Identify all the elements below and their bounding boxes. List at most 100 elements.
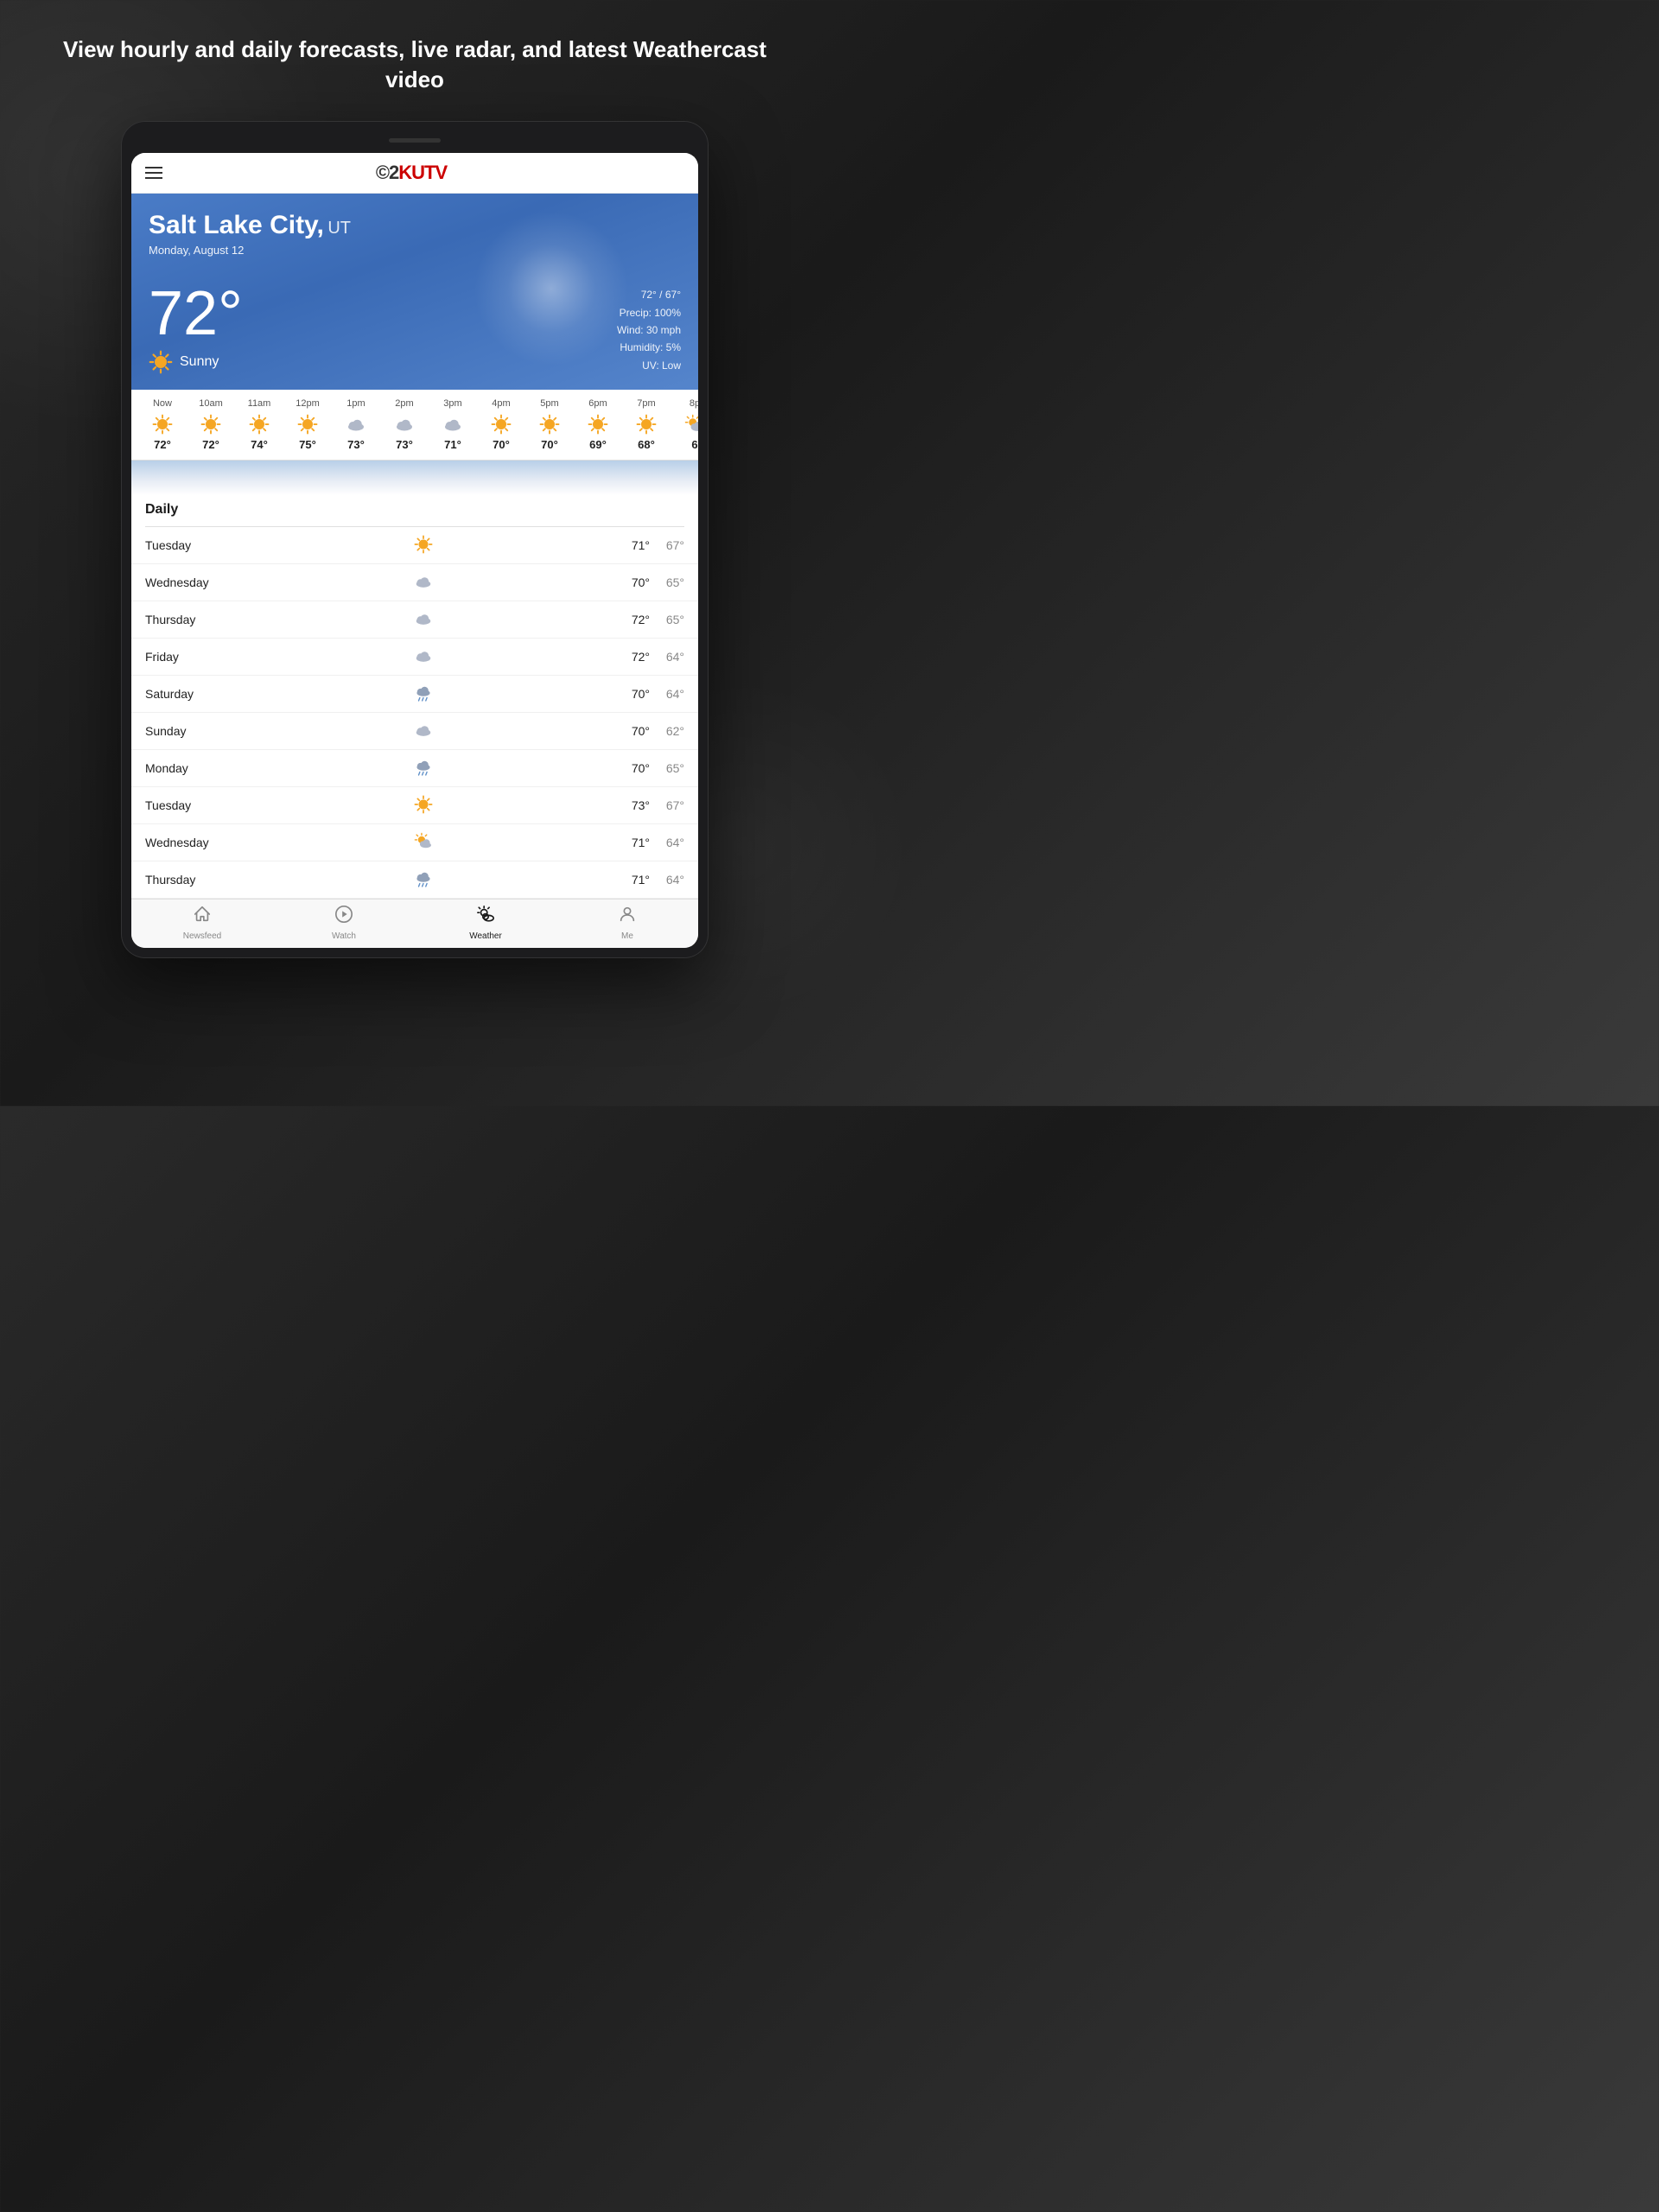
daily-row[interactable]: Tuesday 71° 67°: [131, 527, 698, 564]
nav-icon-watch: [334, 905, 353, 929]
nav-icon-newsfeed: [193, 905, 212, 929]
hour-temp: 74°: [251, 438, 268, 451]
daily-label: Daily: [145, 502, 178, 517]
hour-label: 3pm: [443, 398, 461, 409]
hour-label: 10am: [199, 398, 223, 409]
daily-row[interactable]: Friday 72° 64°: [131, 639, 698, 676]
daily-day: Saturday: [145, 687, 249, 701]
hour-icon: [297, 414, 318, 435]
daily-day: Wednesday: [145, 575, 249, 589]
daily-low: 62°: [650, 724, 684, 738]
hour-label: 11am: [248, 398, 271, 409]
daily-low: 67°: [650, 798, 684, 812]
city-name: Salt Lake City, UT: [149, 211, 681, 240]
daily-row[interactable]: Wednesday 70° 65°: [131, 564, 698, 601]
tablet-screen: ©2KUTV Salt Lake City, UT Monday, August…: [131, 153, 698, 948]
date-label: Monday, August 12: [149, 244, 681, 257]
headline: View hourly and daily forecasts, live ra…: [0, 0, 830, 121]
hourly-item[interactable]: 10am 72°: [187, 398, 235, 451]
nav-item-newsfeed[interactable]: Newsfeed: [131, 905, 273, 941]
daily-row[interactable]: Saturday 70° 64°: [131, 676, 698, 713]
daily-icon: [249, 869, 598, 890]
hour-icon: [442, 414, 463, 435]
hourly-strip: Now 72° 10am 72° 11a: [131, 390, 698, 461]
nav-item-watch[interactable]: Watch: [273, 905, 415, 941]
hourly-item[interactable]: 8p 6: [671, 398, 698, 451]
daily-high: 71°: [598, 873, 650, 887]
daily-list: Tuesday 71° 67° Wednesday 70° 65° Thursd…: [131, 527, 698, 899]
daily-icon: [249, 535, 598, 556]
daily-low: 64°: [650, 873, 684, 887]
hourly-item[interactable]: 5pm 70°: [525, 398, 574, 451]
hour-label: 6pm: [588, 398, 607, 409]
weather-hero: Salt Lake City, UT Monday, August 12 72°: [131, 194, 698, 390]
hour-icon: [394, 414, 415, 435]
hour-icon: [684, 414, 698, 435]
weather-details: 72° / 67° Precip: 100% Wind: 30 mph Humi…: [617, 286, 681, 374]
daily-row[interactable]: Monday 70° 65°: [131, 750, 698, 787]
daily-high: 72°: [598, 613, 650, 626]
daily-low: 65°: [650, 761, 684, 775]
app-header: ©2KUTV: [131, 153, 698, 194]
hour-label: 7pm: [637, 398, 655, 409]
hourly-item[interactable]: 7pm 68°: [622, 398, 671, 451]
daily-icon: [249, 683, 598, 704]
daily-header: Daily: [131, 495, 698, 526]
logo-container: ©2KUTV: [162, 162, 660, 184]
hour-temp: 68°: [638, 438, 655, 451]
daily-icon: [249, 795, 598, 816]
hour-temp: 73°: [396, 438, 413, 451]
current-temp: 72°: [149, 283, 243, 345]
daily-high: 72°: [598, 650, 650, 664]
daily-low: 64°: [650, 650, 684, 664]
daily-high: 70°: [598, 724, 650, 738]
daily-day: Sunday: [145, 724, 249, 738]
hour-icon: [491, 414, 512, 435]
daily-day: Monday: [145, 761, 249, 775]
hourly-item[interactable]: 12pm 75°: [283, 398, 332, 451]
hour-label: Now: [153, 398, 172, 409]
daily-low: 65°: [650, 613, 684, 626]
hour-temp: 75°: [299, 438, 316, 451]
daily-row[interactable]: Sunday 70° 62°: [131, 713, 698, 750]
daily-icon: [249, 758, 598, 779]
hourly-item[interactable]: Now 72°: [138, 398, 187, 451]
hour-icon: [152, 414, 173, 435]
daily-high: 71°: [598, 836, 650, 849]
hour-icon: [588, 414, 608, 435]
daily-day: Thursday: [145, 873, 249, 887]
hour-temp: 70°: [541, 438, 558, 451]
hourly-item[interactable]: 6pm 69°: [574, 398, 622, 451]
daily-day: Wednesday: [145, 836, 249, 849]
condition-row: Sunny: [149, 350, 243, 374]
hour-temp: 72°: [202, 438, 219, 451]
hour-icon: [346, 414, 366, 435]
daily-day: Tuesday: [145, 798, 249, 812]
condition-label: Sunny: [180, 354, 219, 370]
hourly-item[interactable]: 3pm 71°: [429, 398, 477, 451]
hour-label: 5pm: [540, 398, 558, 409]
hour-label: 8p: [690, 398, 698, 409]
nav-item-weather[interactable]: Weather: [415, 905, 556, 941]
menu-button[interactable]: [145, 167, 162, 179]
daily-row[interactable]: Wednesday 71° 64°: [131, 824, 698, 861]
hourly-list: Now 72° 10am 72° 11a: [138, 398, 691, 451]
daily-row[interactable]: Thursday 71° 64°: [131, 861, 698, 899]
daily-icon: [249, 572, 598, 593]
hour-temp: 69°: [589, 438, 607, 451]
daily-day: Tuesday: [145, 538, 249, 552]
daily-row[interactable]: Tuesday 73° 67°: [131, 787, 698, 824]
hourly-item[interactable]: 1pm 73°: [332, 398, 380, 451]
hourly-item[interactable]: 4pm 70°: [477, 398, 525, 451]
daily-low: 64°: [650, 687, 684, 701]
daily-high: 71°: [598, 538, 650, 552]
nav-icon-me: [618, 905, 637, 929]
nav-item-me[interactable]: Me: [556, 905, 698, 941]
hourly-item[interactable]: 11am 74°: [235, 398, 283, 451]
tablet-camera: [389, 138, 441, 143]
hour-label: 12pm: [296, 398, 320, 409]
hour-label: 2pm: [395, 398, 413, 409]
daily-row[interactable]: Thursday 72° 65°: [131, 601, 698, 639]
hour-label: 1pm: [346, 398, 365, 409]
hourly-item[interactable]: 2pm 73°: [380, 398, 429, 451]
